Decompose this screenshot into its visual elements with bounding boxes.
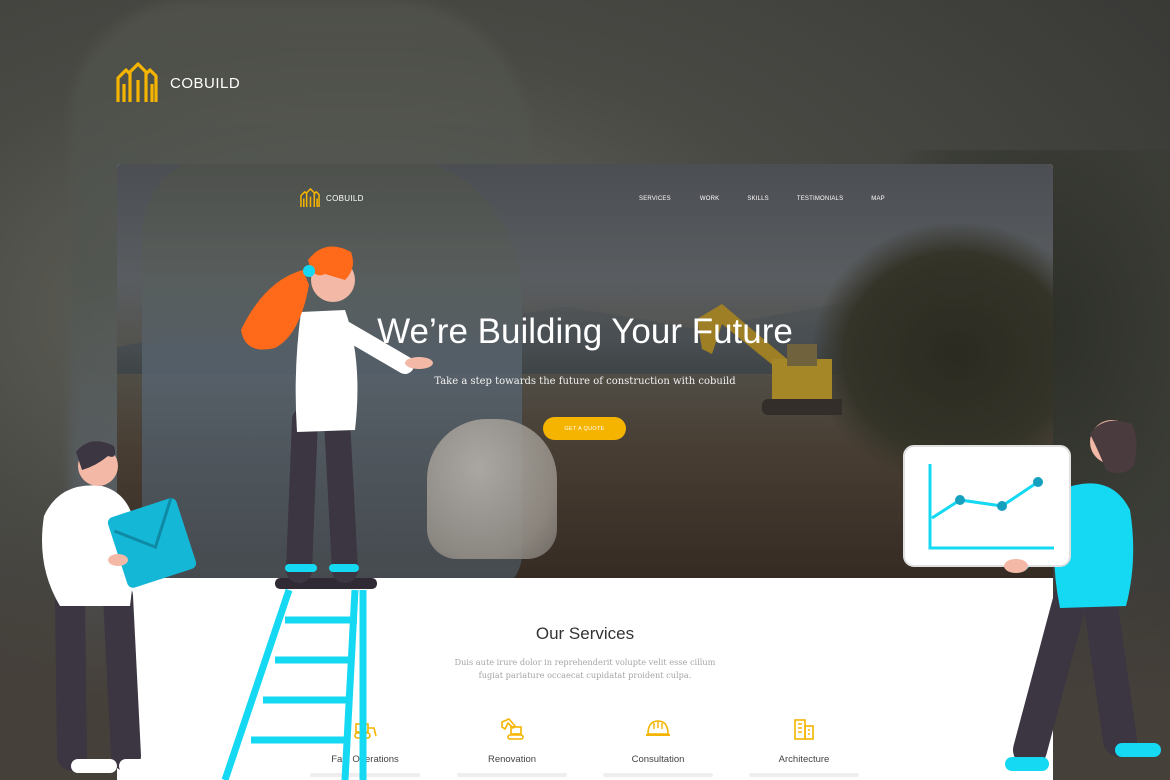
- nav-brand-name: COBUILD: [326, 193, 364, 203]
- buildings-icon: [794, 719, 814, 740]
- brand-logo: COBUILD: [116, 62, 240, 104]
- services-description: Duis aute irure dolor in reprehenderit v…: [454, 657, 716, 680]
- service-label: Architecture: [778, 754, 830, 765]
- building-logo-icon: [300, 188, 320, 208]
- helmet-icon: [646, 720, 670, 736]
- nav-item-testimonials[interactable]: TESTIMONIALS: [797, 196, 843, 202]
- excavator-icon: [501, 718, 524, 740]
- service-text-placeholder: [457, 773, 567, 777]
- nav-item-services[interactable]: SERVICES: [639, 196, 671, 202]
- service-item-renovation[interactable]: Renovation: [447, 716, 577, 777]
- nav-logo[interactable]: COBUILD: [300, 188, 364, 208]
- man-with-chart-illustration: [903, 420, 1161, 771]
- woman-on-ladder-illustration: [221, 246, 433, 780]
- building-logo-icon: [116, 62, 158, 102]
- nav-item-work[interactable]: WORK: [700, 196, 719, 202]
- man-with-envelope-illustration: [42, 441, 197, 773]
- get-a-quote-button[interactable]: GET A QUOTE: [543, 417, 626, 440]
- brand-name: COBUILD: [170, 74, 241, 92]
- service-label: Consultation: [631, 754, 685, 765]
- service-item-architecture[interactable]: Architecture: [739, 716, 869, 777]
- service-item-consultation[interactable]: Consultation: [593, 716, 723, 777]
- nav-links: SERVICES WORK SKILLS TESTIMONIALS MAP: [639, 196, 885, 202]
- service-text-placeholder: [749, 773, 859, 777]
- service-text-placeholder: [603, 773, 713, 777]
- nav-item-skills[interactable]: SKILLS: [747, 196, 769, 202]
- chart-board: [903, 445, 1071, 567]
- nav-item-map[interactable]: MAP: [871, 196, 885, 202]
- top-nav: COBUILD SERVICES WORK SKILLS TESTIMONIAL…: [117, 188, 1053, 210]
- service-label: Renovation: [487, 754, 537, 765]
